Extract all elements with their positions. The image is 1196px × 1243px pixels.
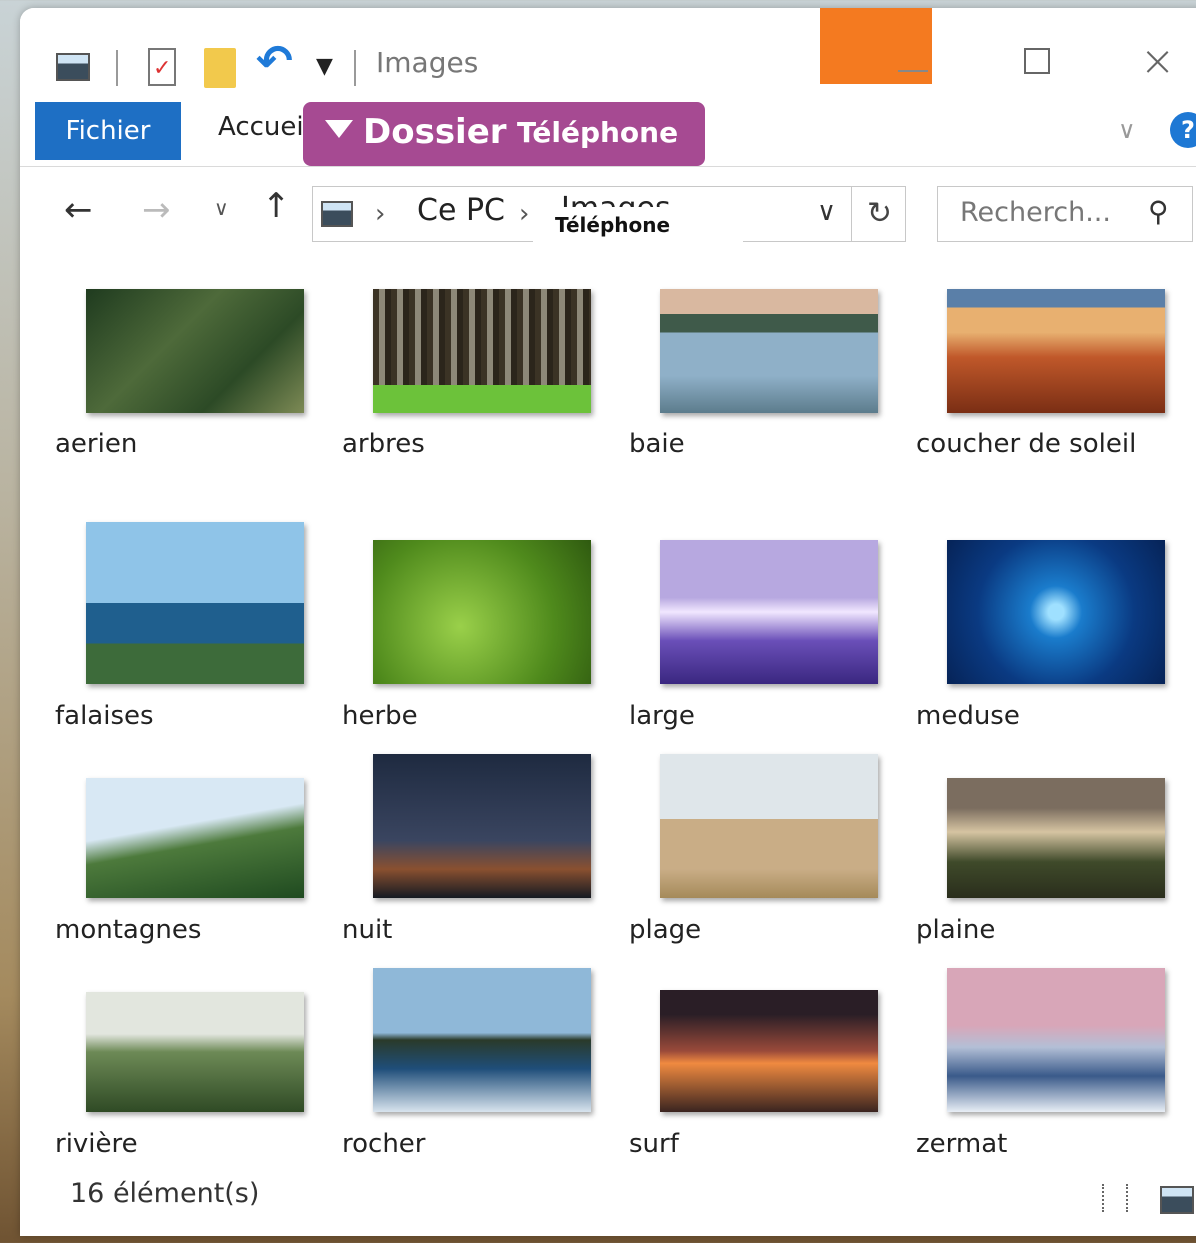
tab-accueil[interactable]: Accuei — [218, 112, 304, 142]
orange-number-marker — [820, 8, 932, 84]
properties-icon[interactable] — [148, 48, 176, 86]
thumbnail-nuit[interactable] — [373, 754, 591, 898]
file-label[interactable]: meduse — [916, 696, 1196, 736]
file-label[interactable]: zermat — [916, 1124, 1196, 1164]
navigation-bar: ← → ∨ ↑ › Ce PC › Images Téléphone ∨ ↻ R… — [20, 168, 1196, 244]
thumbnail-montagnes[interactable] — [86, 778, 304, 898]
callout-phone-label: Téléphone — [517, 116, 679, 149]
address-bar[interactable]: › Ce PC › Images Téléphone ∨ ↻ — [312, 186, 907, 243]
thumbnail-large[interactable] — [660, 540, 878, 684]
file-label[interactable]: coucher de soleil — [916, 424, 1196, 464]
thumbnail-plage[interactable] — [660, 754, 878, 898]
recent-locations-icon[interactable]: ∨ — [214, 196, 229, 220]
back-arrow-icon[interactable]: ← — [64, 190, 93, 230]
thumbnail-meduse[interactable] — [947, 540, 1165, 684]
breadcrumb-ce-pc[interactable]: Ce PC — [417, 193, 505, 228]
file-label[interactable]: large — [629, 696, 917, 736]
thumbnail-baie[interactable] — [660, 289, 878, 413]
file-label[interactable]: rocher — [342, 1124, 630, 1164]
separator — [354, 50, 356, 86]
status-bar-count: 16 élément(s) — [70, 1178, 260, 1209]
refresh-icon[interactable]: ↻ — [851, 187, 907, 241]
file-label[interactable]: herbe — [342, 696, 630, 736]
thumbnail-aerien[interactable] — [86, 289, 304, 413]
file-label[interactable]: surf — [629, 1124, 917, 1164]
file-label[interactable]: montagnes — [55, 910, 343, 950]
thumbnail-arbres-grass — [373, 385, 591, 413]
minimize-button[interactable] — [898, 70, 928, 72]
thumbnail-rocher[interactable] — [373, 968, 591, 1112]
triangle-down-icon — [325, 120, 353, 138]
explorer-window: ↶ ▼ Images × Fichier Accuei Dossier Télé… — [20, 8, 1196, 1236]
search-icon[interactable]: ⚲ — [1148, 195, 1169, 228]
tab-fichier[interactable]: Fichier — [35, 102, 181, 160]
window-icon[interactable] — [56, 53, 90, 81]
thumbnail-coucher-de-soleil[interactable] — [947, 289, 1165, 413]
customize-toolbar-icon[interactable]: ▼ — [316, 54, 333, 79]
address-dropdown-icon[interactable]: ∨ — [817, 197, 836, 227]
ribbon-tabs: Fichier Accuei Dossier Téléphone ∨ ? — [20, 102, 1196, 167]
file-label[interactable]: rivière — [55, 1124, 343, 1164]
file-label[interactable]: aerien — [55, 424, 343, 464]
window-title: Images — [376, 46, 479, 79]
thumbnail-plaine[interactable] — [947, 778, 1165, 898]
new-folder-icon[interactable] — [204, 48, 236, 88]
title-bar: ↶ ▼ Images × — [20, 8, 1196, 102]
file-label[interactable]: falaises — [55, 696, 343, 736]
thumbnail-zermat[interactable] — [947, 968, 1165, 1112]
undo-icon[interactable]: ↶ — [256, 36, 293, 87]
search-input[interactable]: Recherch... — [960, 197, 1111, 228]
expand-ribbon-icon[interactable]: ∨ — [1118, 116, 1136, 144]
large-icons-view-icon[interactable] — [1160, 1186, 1194, 1214]
tutorial-callout: Dossier Téléphone — [303, 102, 705, 166]
maximize-button[interactable] — [1024, 48, 1050, 74]
pc-icon — [321, 201, 353, 227]
file-label[interactable]: baie — [629, 424, 917, 464]
file-label[interactable]: plage — [629, 910, 917, 950]
chevron-right-icon[interactable]: › — [375, 199, 385, 229]
thumbnail-herbe[interactable] — [373, 540, 591, 684]
file-label[interactable]: nuit — [342, 910, 630, 950]
file-grid: aerien arbres baie coucher de soleil fal… — [20, 244, 1196, 1194]
separator — [116, 50, 118, 86]
search-box[interactable]: Recherch... ⚲ — [937, 186, 1193, 242]
thumbnail-falaises[interactable] — [86, 522, 304, 684]
thumbnail-surf[interactable] — [660, 990, 878, 1112]
chevron-right-icon[interactable]: › — [519, 199, 529, 229]
close-button[interactable]: × — [1140, 36, 1175, 85]
forward-arrow-icon[interactable]: → — [142, 190, 171, 230]
file-label[interactable]: plaine — [916, 910, 1196, 950]
help-icon[interactable]: ? — [1170, 112, 1196, 148]
file-label[interactable]: arbres — [342, 424, 630, 464]
phone-overlay-label: Téléphone — [533, 207, 743, 243]
callout-folder-label: Dossier — [363, 112, 507, 152]
up-arrow-icon[interactable]: ↑ — [262, 186, 291, 226]
thumbnail-riviere[interactable] — [86, 992, 304, 1112]
details-view-icon[interactable] — [1102, 1184, 1128, 1212]
